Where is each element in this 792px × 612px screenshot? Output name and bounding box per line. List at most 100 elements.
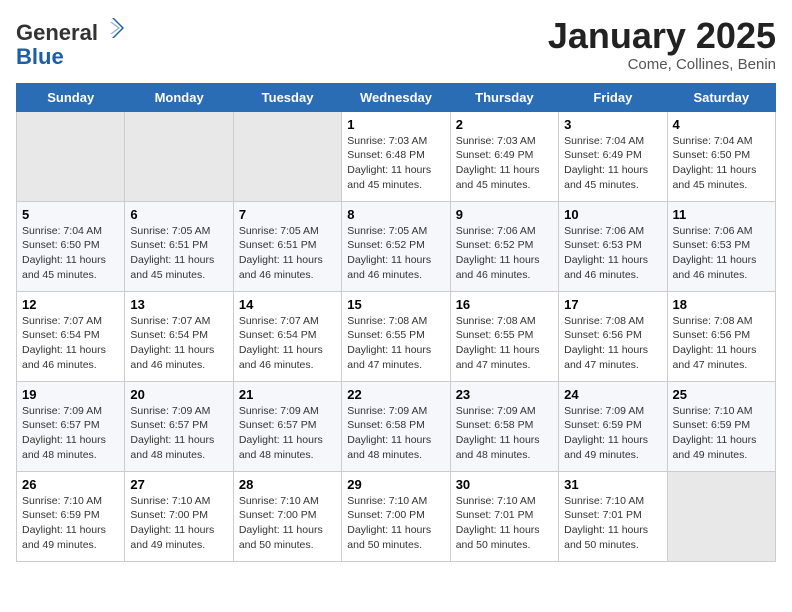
day-number: 7	[239, 207, 336, 222]
day-number: 9	[456, 207, 553, 222]
day-info: Sunrise: 7:07 AM Sunset: 6:54 PM Dayligh…	[239, 314, 336, 373]
day-info: Sunrise: 7:10 AM Sunset: 7:00 PM Dayligh…	[130, 494, 227, 553]
day-info: Sunrise: 7:04 AM Sunset: 6:49 PM Dayligh…	[564, 134, 661, 193]
calendar-cell: 30Sunrise: 7:10 AM Sunset: 7:01 PM Dayli…	[450, 471, 558, 561]
location: Come, Collines, Benin	[548, 56, 776, 73]
day-info: Sunrise: 7:06 AM Sunset: 6:53 PM Dayligh…	[564, 224, 661, 283]
day-number: 25	[673, 387, 770, 402]
day-info: Sunrise: 7:04 AM Sunset: 6:50 PM Dayligh…	[673, 134, 770, 193]
calendar-cell: 11 Sunrise: 7:06 AM Sunset: 6:53 PM Dayli…	[667, 201, 775, 291]
calendar-cell: 25 Sunrise: 7:10 AM Sunset: 6:59 PM Dayli…	[667, 381, 775, 471]
day-info: Sunrise: 7:08 AM Sunset: 6:56 PM Dayligh…	[564, 314, 661, 373]
month-title: January 2025	[548, 16, 776, 56]
day-number: 26	[22, 477, 119, 492]
day-info: Sunrise: 7:09 AM Sunset: 6:57 PM Dayligh…	[130, 404, 227, 463]
column-header-sunday: Sunday	[17, 83, 125, 111]
week-row-5: 26 Sunrise: 7:10 AM Sunset: 6:59 PM Dayli…	[17, 471, 776, 561]
calendar-cell	[233, 111, 341, 201]
day-number: 8	[347, 207, 444, 222]
column-header-monday: Monday	[125, 83, 233, 111]
day-number: 24	[564, 387, 661, 402]
calendar-cell: 1 Sunrise: 7:03 AM Sunset: 6:48 PM Daylig…	[342, 111, 450, 201]
day-number: 31	[564, 477, 661, 492]
day-info: Sunrise: 7:05 AM Sunset: 6:52 PM Dayligh…	[347, 224, 444, 283]
calendar-cell: 31 Sunrise: 7:10 AM Sunset: 7:01 PM Dayli…	[559, 471, 667, 561]
day-number: 12	[22, 297, 119, 312]
day-number: 22	[347, 387, 444, 402]
day-info: Sunrise: 7:03 AM Sunset: 6:48 PM Dayligh…	[347, 134, 444, 193]
day-info: Sunrise: 7:10 AM Sunset: 6:59 PM Dayligh…	[22, 494, 119, 553]
day-number: 14	[239, 297, 336, 312]
calendar-table: SundayMondayTuesdayWednesdayThursdayFrid…	[16, 83, 776, 562]
day-number: 1	[347, 117, 444, 132]
calendar-cell: 9 Sunrise: 7:06 AM Sunset: 6:52 PM Daylig…	[450, 201, 558, 291]
day-info: Sunrise: 7:10 AM Sunset: 6:59 PM Dayligh…	[673, 404, 770, 463]
calendar-cell: 24Sunrise: 7:09 AM Sunset: 6:59 PM Dayli…	[559, 381, 667, 471]
calendar-cell: 28Sunrise: 7:10 AM Sunset: 7:00 PM Dayli…	[233, 471, 341, 561]
day-number: 23	[456, 387, 553, 402]
calendar-cell	[125, 111, 233, 201]
day-number: 29	[347, 477, 444, 492]
day-number: 21	[239, 387, 336, 402]
calendar-cell: 22 Sunrise: 7:09 AM Sunset: 6:58 PM Dayli…	[342, 381, 450, 471]
day-info: Sunrise: 7:06 AM Sunset: 6:53 PM Dayligh…	[673, 224, 770, 283]
week-row-3: 12 Sunrise: 7:07 AM Sunset: 6:54 PM Dayli…	[17, 291, 776, 381]
day-number: 11	[673, 207, 770, 222]
header-row: SundayMondayTuesdayWednesdayThursdayFrid…	[17, 83, 776, 111]
calendar-cell: 2Sunrise: 7:03 AM Sunset: 6:49 PM Daylig…	[450, 111, 558, 201]
week-row-1: 1 Sunrise: 7:03 AM Sunset: 6:48 PM Daylig…	[17, 111, 776, 201]
logo: General Blue	[16, 16, 124, 69]
week-row-4: 19 Sunrise: 7:09 AM Sunset: 6:57 PM Dayli…	[17, 381, 776, 471]
day-info: Sunrise: 7:08 AM Sunset: 6:55 PM Dayligh…	[456, 314, 553, 373]
calendar-cell: 21Sunrise: 7:09 AM Sunset: 6:57 PM Dayli…	[233, 381, 341, 471]
calendar-cell: 7Sunrise: 7:05 AM Sunset: 6:51 PM Daylig…	[233, 201, 341, 291]
day-info: Sunrise: 7:10 AM Sunset: 7:00 PM Dayligh…	[347, 494, 444, 553]
calendar-cell: 20 Sunrise: 7:09 AM Sunset: 6:57 PM Dayli…	[125, 381, 233, 471]
calendar-cell: 3Sunrise: 7:04 AM Sunset: 6:49 PM Daylig…	[559, 111, 667, 201]
day-number: 20	[130, 387, 227, 402]
day-number: 19	[22, 387, 119, 402]
day-info: Sunrise: 7:06 AM Sunset: 6:52 PM Dayligh…	[456, 224, 553, 283]
day-info: Sunrise: 7:10 AM Sunset: 7:01 PM Dayligh…	[456, 494, 553, 553]
day-info: Sunrise: 7:10 AM Sunset: 7:01 PM Dayligh…	[564, 494, 661, 553]
calendar-cell: 19 Sunrise: 7:09 AM Sunset: 6:57 PM Dayli…	[17, 381, 125, 471]
column-header-wednesday: Wednesday	[342, 83, 450, 111]
day-number: 15	[347, 297, 444, 312]
calendar-cell: 10 Sunrise: 7:06 AM Sunset: 6:53 PM Dayli…	[559, 201, 667, 291]
calendar-cell: 29 Sunrise: 7:10 AM Sunset: 7:00 PM Dayli…	[342, 471, 450, 561]
calendar-cell: 13Sunrise: 7:07 AM Sunset: 6:54 PM Dayli…	[125, 291, 233, 381]
day-info: Sunrise: 7:09 AM Sunset: 6:58 PM Dayligh…	[456, 404, 553, 463]
calendar-header: SundayMondayTuesdayWednesdayThursdayFrid…	[17, 83, 776, 111]
day-info: Sunrise: 7:07 AM Sunset: 6:54 PM Dayligh…	[22, 314, 119, 373]
day-number: 27	[130, 477, 227, 492]
day-number: 10	[564, 207, 661, 222]
logo-blue-text: Blue	[16, 44, 64, 69]
day-info: Sunrise: 7:09 AM Sunset: 6:57 PM Dayligh…	[22, 404, 119, 463]
day-info: Sunrise: 7:09 AM Sunset: 6:58 PM Dayligh…	[347, 404, 444, 463]
calendar-cell: 4 Sunrise: 7:04 AM Sunset: 6:50 PM Daylig…	[667, 111, 775, 201]
day-info: Sunrise: 7:04 AM Sunset: 6:50 PM Dayligh…	[22, 224, 119, 283]
calendar-body: 1 Sunrise: 7:03 AM Sunset: 6:48 PM Daylig…	[17, 111, 776, 561]
week-row-2: 5Sunrise: 7:04 AM Sunset: 6:50 PM Daylig…	[17, 201, 776, 291]
calendar-cell: 5Sunrise: 7:04 AM Sunset: 6:50 PM Daylig…	[17, 201, 125, 291]
calendar-cell: 6Sunrise: 7:05 AM Sunset: 6:51 PM Daylig…	[125, 201, 233, 291]
column-header-thursday: Thursday	[450, 83, 558, 111]
logo-icon	[100, 16, 124, 40]
day-info: Sunrise: 7:10 AM Sunset: 7:00 PM Dayligh…	[239, 494, 336, 553]
calendar-cell	[667, 471, 775, 561]
day-number: 2	[456, 117, 553, 132]
day-info: Sunrise: 7:08 AM Sunset: 6:55 PM Dayligh…	[347, 314, 444, 373]
calendar-cell: 12 Sunrise: 7:07 AM Sunset: 6:54 PM Dayli…	[17, 291, 125, 381]
calendar-cell: 17Sunrise: 7:08 AM Sunset: 6:56 PM Dayli…	[559, 291, 667, 381]
day-number: 6	[130, 207, 227, 222]
day-info: Sunrise: 7:08 AM Sunset: 6:56 PM Dayligh…	[673, 314, 770, 373]
calendar-cell: 18Sunrise: 7:08 AM Sunset: 6:56 PM Dayli…	[667, 291, 775, 381]
day-number: 4	[673, 117, 770, 132]
column-header-friday: Friday	[559, 83, 667, 111]
page-header: General Blue January 2025 Come, Collines…	[16, 16, 776, 73]
calendar-cell: 14 Sunrise: 7:07 AM Sunset: 6:54 PM Dayli…	[233, 291, 341, 381]
column-header-tuesday: Tuesday	[233, 83, 341, 111]
calendar-cell: 23 Sunrise: 7:09 AM Sunset: 6:58 PM Dayli…	[450, 381, 558, 471]
day-info: Sunrise: 7:07 AM Sunset: 6:54 PM Dayligh…	[130, 314, 227, 373]
calendar-cell: 15 Sunrise: 7:08 AM Sunset: 6:55 PM Dayli…	[342, 291, 450, 381]
